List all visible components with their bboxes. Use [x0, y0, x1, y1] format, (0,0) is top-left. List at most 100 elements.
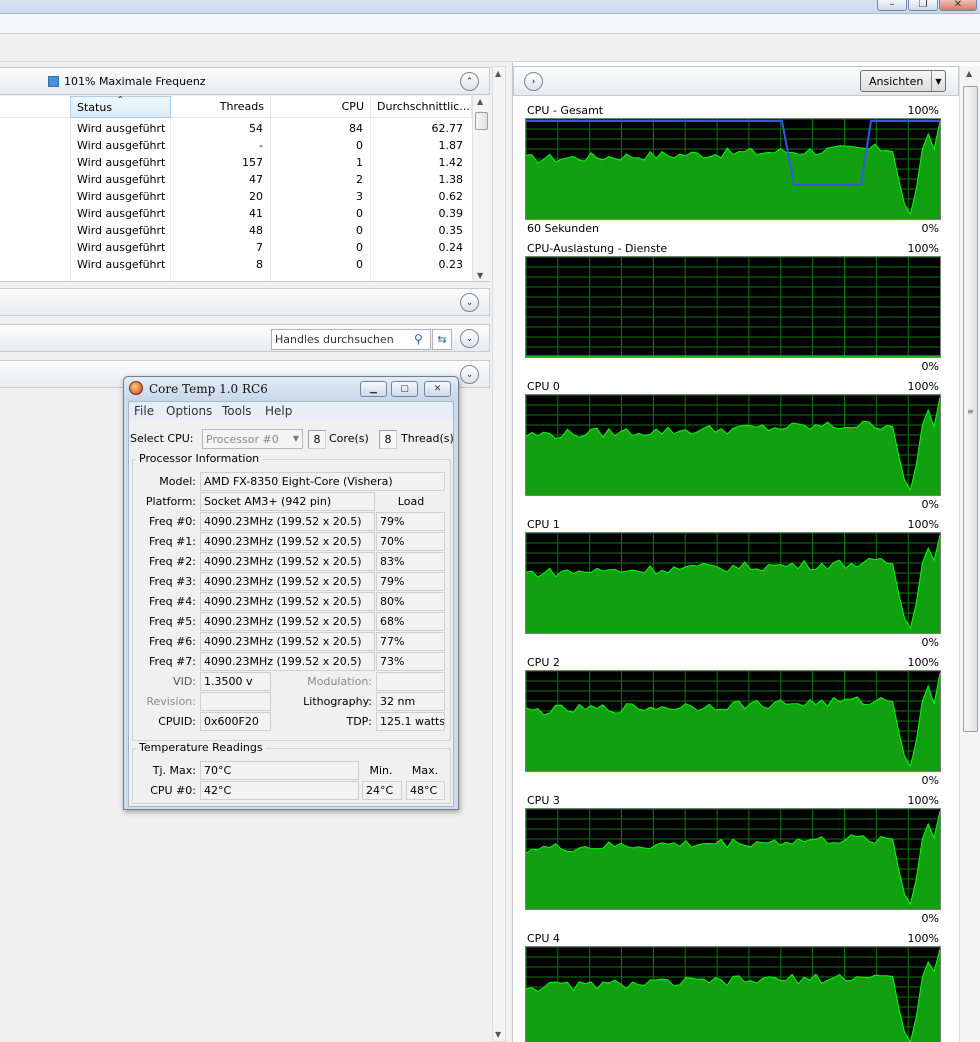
cell-average: 62.77 — [431, 122, 464, 135]
views-dropdown[interactable]: Ansichten ▼ — [860, 70, 946, 92]
model-label: Model: — [159, 475, 196, 488]
minimize-button[interactable]: – — [877, 0, 907, 11]
process-table: Status ⌃ Threads CPU Durchschnittlic... … — [0, 96, 490, 282]
cpu-section-header[interactable]: 101% Maximale Frequenz ⌃ — [0, 67, 490, 95]
graph-min-label: 0% — [921, 498, 939, 511]
collapse-cpu-section-button[interactable]: ⌃ — [460, 72, 479, 91]
ct-menu-options[interactable]: Options — [166, 404, 212, 418]
lithography-label: Lithography: — [303, 695, 372, 708]
graph-max-label: 100% — [907, 932, 939, 945]
revision-label: Revision: — [146, 695, 196, 708]
graphs-header: › Ansichten ▼ — [513, 66, 959, 96]
graphs-pane: › Ansichten ▼ ▲ ≡ CPU - Gesamt 100% 0% 60 S… — [512, 62, 980, 1042]
scroll-up-icon[interactable]: ▲ — [495, 69, 501, 78]
table-row[interactable]: Wird ausgeführt 20 3 0.62 — [0, 188, 472, 205]
scroll-down-icon[interactable]: ▼ — [477, 271, 483, 280]
cpu-graph — [525, 670, 941, 772]
core-temp-window[interactable]: Core Temp 1.0 RC6 ▁ ▢ ✕ File Options Too… — [123, 376, 459, 810]
column-header-threads[interactable]: Threads — [171, 96, 271, 118]
maximize-button[interactable]: ❐ — [908, 0, 938, 11]
tdp-value: 125.1 watts — [376, 712, 445, 731]
cell-average: 0.35 — [438, 224, 464, 237]
cell-threads: 157 — [242, 156, 263, 169]
graph-title: CPU - Gesamt — [527, 104, 604, 117]
expand-section-button[interactable]: ⌄ — [460, 293, 479, 312]
table-row[interactable]: Wird ausgeführt 48 0 0.35 — [0, 222, 472, 239]
cpuid-label: CPUID: — [158, 715, 196, 728]
revision-value — [200, 692, 271, 711]
scroll-thumb[interactable] — [475, 112, 488, 130]
graph-title: CPU 2 — [527, 656, 560, 669]
freq-label: Freq #2: — [149, 555, 196, 568]
expand-modules-button[interactable]: ⌄ — [460, 365, 479, 384]
processor-info-title: Processor Information — [136, 452, 263, 465]
refresh-icon[interactable]: ⇆ — [432, 329, 452, 350]
threads-count: 8 — [379, 430, 397, 449]
select-cpu-dropdown[interactable]: Processor #0 ▼ — [202, 429, 303, 449]
search-icon[interactable]: ⚲ — [414, 330, 423, 349]
temperature-title: Temperature Readings — [136, 741, 266, 754]
cell-average: 0.24 — [438, 241, 464, 254]
min-header: Min. — [369, 764, 393, 777]
cell-cpu: 1 — [356, 156, 363, 169]
cpu0-max-temp: 48°C — [406, 781, 445, 800]
graphs-scrollbar[interactable]: ▲ ≡ — [959, 66, 980, 1042]
cell-threads: 54 — [249, 122, 263, 135]
load-area — [526, 535, 940, 633]
cpu-graph — [525, 808, 941, 910]
ct-menu-tools[interactable]: Tools — [222, 404, 252, 418]
freq-value: 4090.23MHz (199.52 x 20.5) — [200, 512, 375, 531]
cpu-graph — [525, 394, 941, 496]
toolbar — [0, 34, 980, 62]
modulation-value — [376, 672, 445, 691]
disk-section-header[interactable]: ⌄ — [0, 288, 490, 316]
ct-menu-file[interactable]: File — [134, 404, 154, 418]
ct-maximize-button[interactable]: ▢ — [391, 381, 418, 397]
table-header: Status ⌃ Threads CPU Durchschnittlic... — [0, 96, 472, 118]
scroll-down-icon[interactable]: ▼ — [495, 1030, 501, 1039]
core-load-value: 70% — [376, 532, 445, 551]
chevron-down-icon[interactable]: ▼ — [931, 71, 945, 91]
load-area — [526, 397, 940, 495]
cpu-graph-plot — [526, 533, 940, 633]
expand-graphs-button[interactable]: › — [524, 72, 543, 91]
freq-value: 4090.23MHz (199.52 x 20.5) — [200, 592, 375, 611]
platform-value: Socket AM3+ (942 pin) — [200, 492, 375, 511]
table-row[interactable]: Wird ausgeführt 157 1 1.42 — [0, 154, 472, 171]
scroll-up-icon[interactable]: ▲ — [966, 69, 972, 78]
column-header-status[interactable]: Status ⌃ — [70, 96, 171, 118]
ct-close-button[interactable]: ✕ — [424, 381, 451, 397]
cell-cpu: 2 — [356, 173, 363, 186]
freq-label: Freq #1: — [149, 535, 196, 548]
core-temp-title-bar[interactable]: Core Temp 1.0 RC6 ▁ ▢ ✕ — [124, 377, 458, 401]
table-row[interactable]: Wird ausgeführt 41 0 0.39 — [0, 205, 472, 222]
table-row[interactable]: Wird ausgeführt 47 2 1.38 — [0, 171, 472, 188]
scroll-thumb[interactable]: ≡ — [963, 86, 978, 732]
load-area — [526, 811, 940, 909]
expand-handles-button[interactable]: ⌄ — [460, 329, 479, 348]
table-row[interactable]: Wird ausgeführt 7 0 0.24 — [0, 239, 472, 256]
table-row[interactable]: Wird ausgeführt 8 0 0.23 — [0, 256, 472, 273]
core-temp-app-icon — [129, 381, 143, 395]
cell-cpu: 0 — [356, 224, 363, 237]
table-row[interactable]: Wird ausgeführt - 0 1.87 — [0, 137, 472, 154]
close-button[interactable]: ✕ — [939, 0, 977, 11]
ct-minimize-button[interactable]: ▁ — [360, 381, 387, 397]
cell-average: 0.39 — [438, 207, 464, 220]
freq-value: 4090.23MHz (199.52 x 20.5) — [200, 612, 375, 631]
column-header-cpu[interactable]: CPU — [271, 96, 371, 118]
core-temp-title: Core Temp 1.0 RC6 — [149, 382, 268, 396]
freq-label: Freq #5: — [149, 615, 196, 628]
table-row[interactable]: Wird ausgeführt 54 84 62.77 — [0, 120, 472, 137]
left-pane-scrollbar[interactable]: ▲ ▼ — [492, 66, 506, 1042]
column-header-average[interactable]: Durchschnittlic... — [371, 96, 472, 118]
handles-search-input[interactable]: Handles durchsuchen ⚲ — [271, 329, 431, 350]
freq-label: Freq #4: — [149, 595, 196, 608]
legend-swatch-icon — [48, 76, 59, 87]
ct-menu-help[interactable]: Help — [265, 404, 292, 418]
platform-label: Platform: — [145, 495, 196, 508]
scroll-up-icon[interactable]: ▲ — [477, 97, 483, 106]
graph-min-label: 0% — [921, 636, 939, 649]
table-scrollbar[interactable]: ▲ ▼ — [472, 96, 490, 281]
cell-status: Wird ausgeführt — [77, 173, 166, 186]
